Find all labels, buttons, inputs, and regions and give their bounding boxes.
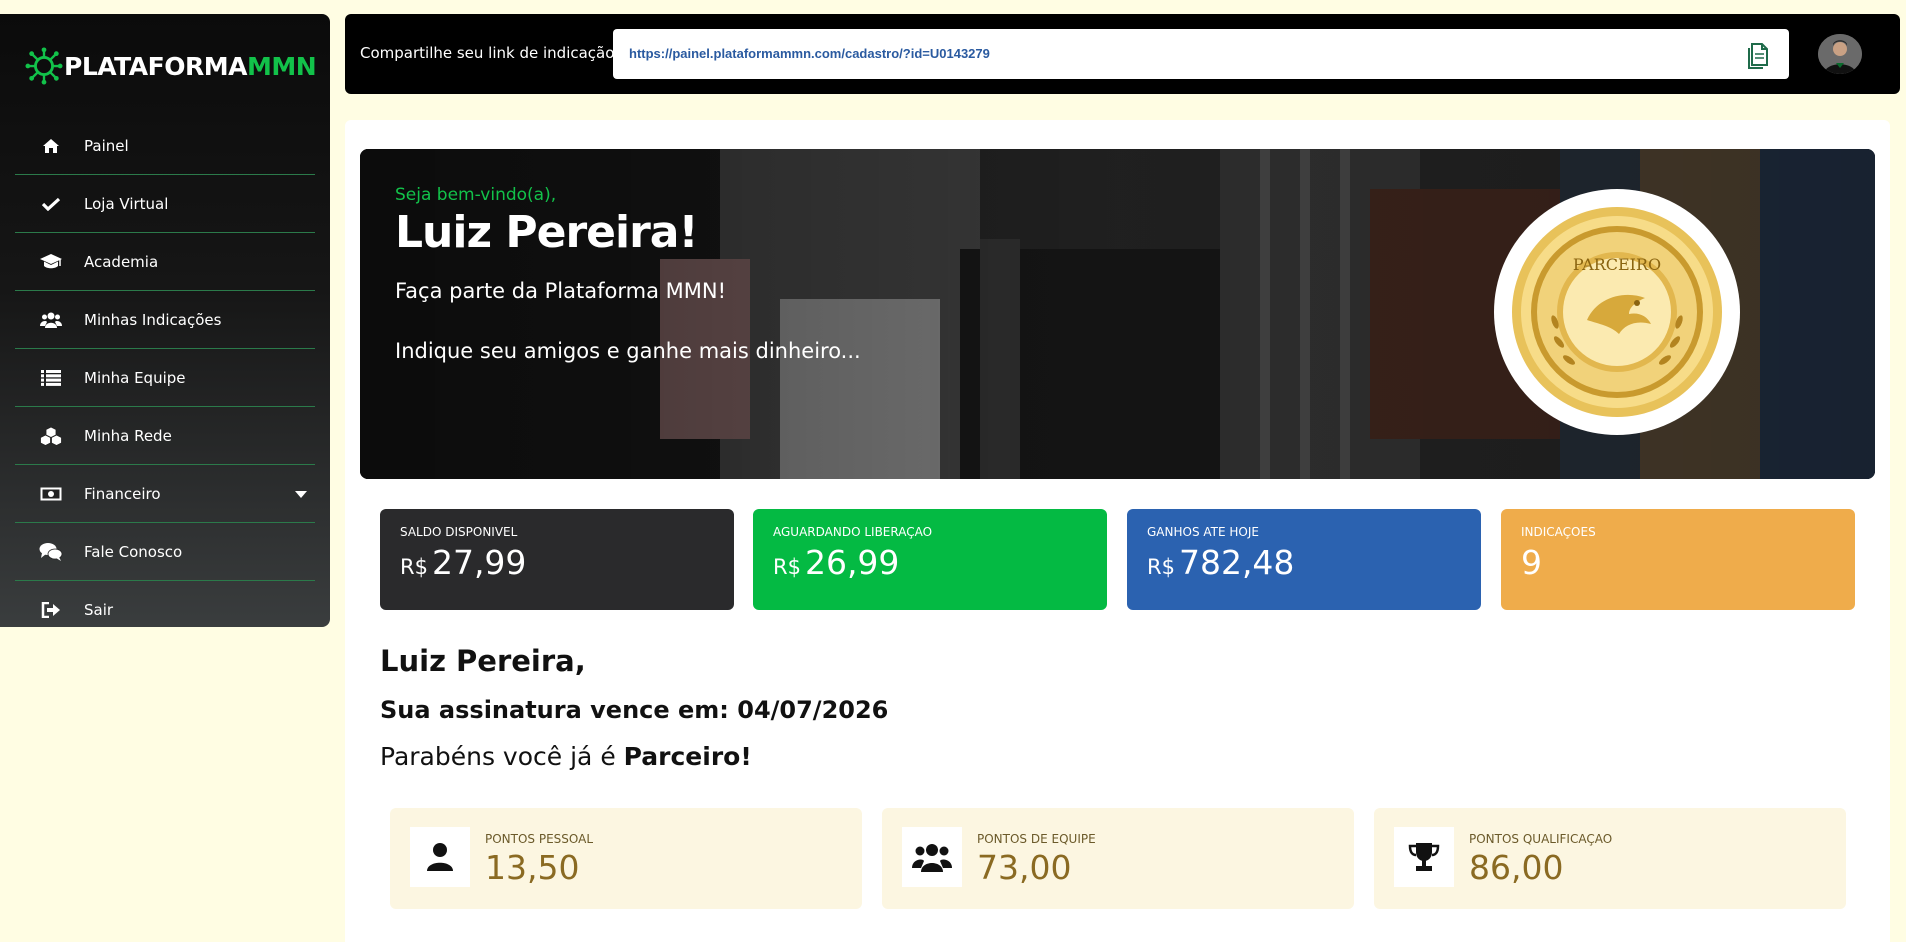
sidebar-item-label: Loja Virtual [84,194,169,213]
svg-text:PARCEIRO: PARCEIRO [1573,255,1661,274]
sidebar-item-label: Minhas Indicações [84,310,222,329]
subscription-expiry: Sua assinatura vence em: 04/07/2026 [380,696,889,724]
welcome-text: Seja bem-vindo(a), [395,185,557,205]
sidebar-menu: Painel Loja Virtual Academia Minhas Indi… [15,117,315,639]
sidebar-item-loja-virtual[interactable]: Loja Virtual [15,175,315,233]
avatar[interactable] [1818,34,1862,74]
level-name: Parceiro! [623,742,752,771]
stat-label: SALDO DISPONIVEL [400,525,518,539]
logo-network-icon [25,47,63,85]
sidebar-item-label: Painel [84,136,129,155]
stat-value: 9 [1521,543,1542,582]
check-icon [39,192,63,216]
welcome-banner: Seja bem-vindo(a), Luiz Pereira! Faça pa… [360,149,1875,479]
banner-subtitle: Indique seu amigos e ganhe mais dinheiro… [395,339,861,363]
banner-tagline: Faça parte da Plataforma MMN! [395,279,726,303]
sidebar-item-financeiro[interactable]: Financeiro [15,465,315,523]
sidebar-item-label: Academia [84,252,159,271]
user-icon [410,827,470,887]
cubes-icon [39,424,63,448]
referral-link-field[interactable]: https://painel.plataformammn.com/cadastr… [613,29,1789,79]
sidebar-item-label: Minha Equipe [84,368,186,387]
sidebar-item-label: Minha Rede [84,426,172,445]
stat-card-indicacoes: INDICAÇOES 9 [1501,509,1855,610]
points-card-equipe: PONTOS DE EQUIPE 73,00 [882,808,1354,909]
stat-value: R$ 782,48 [1147,543,1295,582]
home-icon [39,134,63,158]
stat-value: R$ 26,99 [773,543,900,582]
sidebar-item-fale-conosco[interactable]: Fale Conosco [15,523,315,581]
sidebar-item-minha-rede[interactable]: Minha Rede [15,407,315,465]
points-label: PONTOS QUALIFICAÇAO [1469,832,1613,846]
greeting-heading: Luiz Pereira, [380,644,586,678]
points-label: PONTOS DE EQUIPE [977,832,1096,846]
points-value: 73,00 [977,848,1072,887]
trophy-icon [1394,827,1454,887]
top-bar: Compartilhe seu link de indicação: https… [345,14,1900,94]
share-link-label: Compartilhe seu link de indicação: [360,44,620,62]
sidebar-item-painel[interactable]: Painel [15,117,315,175]
points-value: 13,50 [485,848,580,887]
points-card-qualificacao: PONTOS QUALIFICAÇAO 86,00 [1374,808,1846,909]
sidebar-item-minhas-indicacoes[interactable]: Minhas Indicações [15,291,315,349]
sidebar-item-label: Sair [84,601,114,619]
level-congrats: Parabéns você já é Parceiro! [380,742,752,771]
sidebar: PLATAFORMAMMN Painel Loja Virtual Academ… [0,14,330,627]
points-label: PONTOS PESSOAL [485,832,594,846]
sidebar-item-label: Financeiro [84,484,161,503]
parceiro-medal-icon: PARCEIRO [1512,207,1722,417]
points-value: 86,00 [1469,848,1564,887]
users-icon [39,308,63,332]
sidebar-item-sair[interactable]: Sair [15,581,315,639]
logo[interactable]: PLATAFORMAMMN [25,46,317,86]
stat-label: AGUARDANDO LIBERAÇAO [773,525,933,539]
graduation-cap-icon [39,250,63,274]
stat-card-aguardando-liberacao: AGUARDANDO LIBERAÇAO R$ 26,99 [753,509,1107,610]
points-card-pessoal: PONTOS PESSOAL 13,50 [390,808,862,909]
copy-icon[interactable] [1745,40,1771,70]
referral-link-text[interactable]: https://painel.plataformammn.com/cadastr… [629,46,990,61]
stat-label: GANHOS ATE HOJE [1147,525,1259,539]
sidebar-item-label: Fale Conosco [84,542,183,561]
level-badge: PARCEIRO [1494,189,1740,435]
chat-icon [39,540,63,564]
sidebar-item-minha-equipe[interactable]: Minha Equipe [15,349,315,407]
users-icon [902,827,962,887]
chevron-down-icon[interactable] [295,491,307,498]
logo-text: PLATAFORMAMMN [64,51,317,81]
stat-value: R$ 27,99 [400,543,527,582]
stat-label: INDICAÇOES [1521,525,1596,539]
sign-out-icon [39,598,63,622]
money-icon [39,482,63,506]
sidebar-item-academia[interactable]: Academia [15,233,315,291]
stat-card-saldo-disponivel: SALDO DISPONIVEL R$ 27,99 [380,509,734,610]
user-name-heading: Luiz Pereira! [395,207,699,258]
list-icon [39,366,63,390]
stat-card-ganhos-ate-hoje: GANHOS ATE HOJE R$ 782,48 [1127,509,1481,610]
main-content: Seja bem-vindo(a), Luiz Pereira! Faça pa… [345,120,1890,942]
